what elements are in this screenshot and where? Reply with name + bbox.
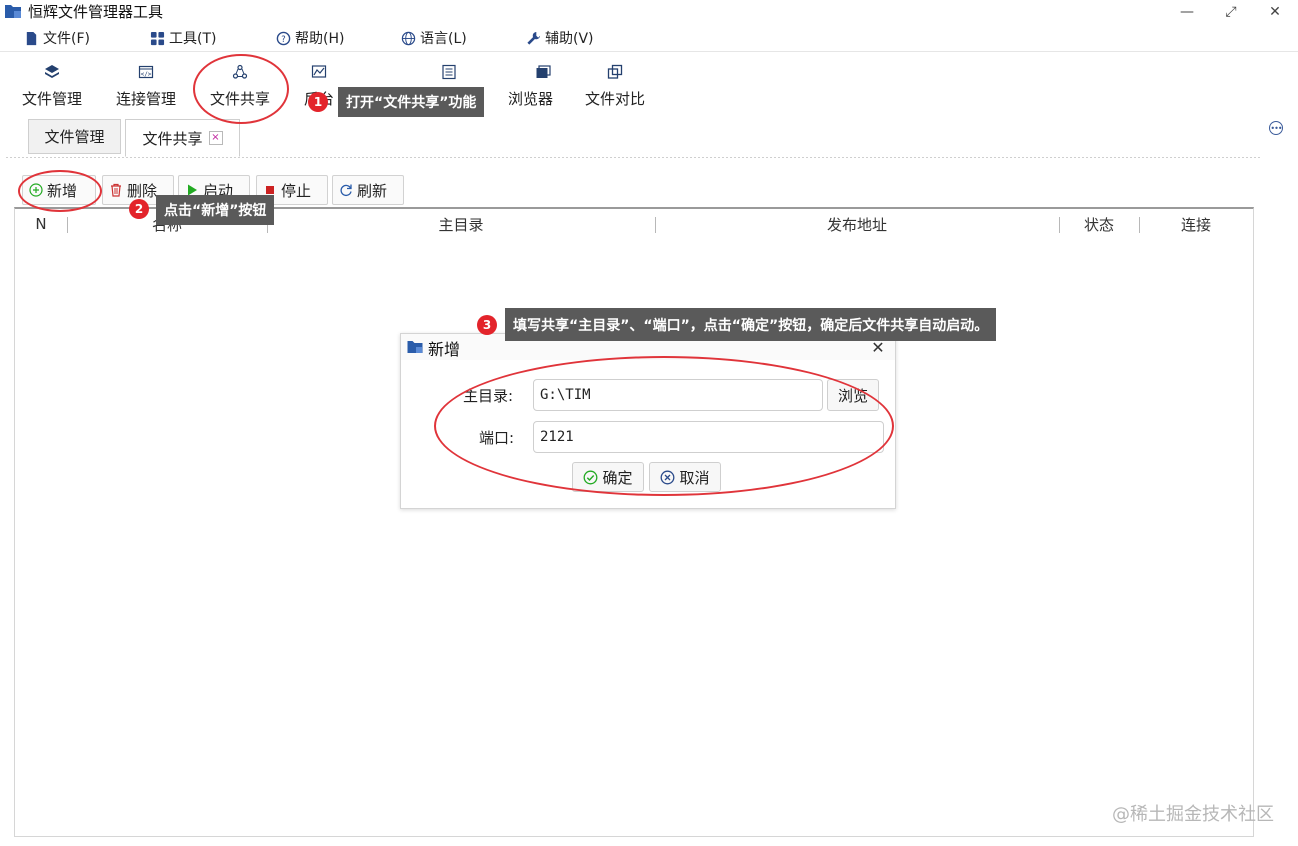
refresh-icon bbox=[340, 184, 352, 197]
app-folder-icon bbox=[407, 341, 423, 353]
ribbon-connection-manager-label: 连接管理 bbox=[116, 90, 177, 108]
menu-help[interactable]: ? 帮助(H) bbox=[276, 27, 344, 49]
menu-file-label: 文件(F) bbox=[43, 31, 90, 47]
browse-button[interactable]: 浏览 bbox=[827, 379, 879, 411]
layers-icon bbox=[45, 65, 59, 78]
tab-file-manager-label: 文件管理 bbox=[44, 128, 105, 146]
more-options-icon[interactable]: ••• bbox=[1269, 121, 1283, 135]
column-n[interactable]: N bbox=[15, 209, 67, 239]
menu-language-label: 语言(L) bbox=[420, 31, 467, 47]
ribbon-file-manager-label: 文件管理 bbox=[22, 90, 83, 108]
ribbon: 文件管理 </> 连接管理 文件共享 后台 器 浏览器 文件对比 bbox=[0, 52, 1298, 118]
tab-file-share[interactable]: 文件共享 × bbox=[125, 119, 240, 157]
ribbon-file-compare[interactable]: 文件对比 bbox=[585, 64, 645, 109]
grid-icon bbox=[150, 31, 165, 45]
menu-bar: 文件(F) 工具(T) ? 帮助(H) 语言(L) 辅助(V) bbox=[0, 24, 1298, 52]
cancel-button[interactable]: 取消 bbox=[649, 462, 721, 492]
help-icon: ? bbox=[276, 31, 291, 45]
annotation-tip-2: 点击“新增”按钮 bbox=[156, 195, 275, 225]
list-doc-icon bbox=[441, 64, 456, 80]
title-bar: 恒辉文件管理器工具 — ⤢ ✕ bbox=[0, 0, 1298, 24]
tab-file-share-label: 文件共享 bbox=[142, 129, 203, 148]
share-table: N 名称 主目录 发布地址 状态 连接 bbox=[14, 207, 1254, 837]
annotation-tip-3: 填写共享“主目录”、“端口”，点击“确定”按钮，确定后文件共享自动启动。 bbox=[505, 308, 997, 341]
dialog-title: 新增 bbox=[428, 340, 461, 359]
annotation-tip-1: 打开“文件共享”功能 bbox=[338, 87, 485, 117]
home-dir-input[interactable] bbox=[533, 379, 823, 411]
refresh-button[interactable]: 刷新 bbox=[332, 175, 404, 205]
menu-help-label: 帮助(H) bbox=[295, 31, 345, 47]
maximize-button[interactable]: ⤢ bbox=[1208, 0, 1254, 24]
monitor-chart-icon bbox=[311, 65, 327, 78]
menu-assist-label: 辅助(V) bbox=[545, 31, 594, 47]
compare-icon bbox=[607, 64, 623, 79]
column-connections[interactable]: 连接 bbox=[1139, 209, 1253, 239]
trash-icon bbox=[111, 183, 121, 197]
column-publish-url[interactable]: 发布地址 bbox=[655, 209, 1059, 239]
wrench-icon bbox=[527, 31, 541, 45]
cancel-button-label: 取消 bbox=[679, 468, 710, 487]
tab-close-icon[interactable]: × bbox=[208, 131, 223, 145]
home-dir-label: 主目录: bbox=[463, 387, 514, 405]
ribbon-file-share[interactable]: 文件共享 bbox=[210, 64, 270, 109]
ribbon-connection-manager[interactable]: </> 连接管理 bbox=[116, 64, 176, 109]
svg-text:?: ? bbox=[281, 33, 285, 43]
add-share-dialog: 新增 ✕ 主目录: 浏览 端口: 确定 取消 bbox=[400, 333, 896, 509]
ribbon-file-share-label: 文件共享 bbox=[210, 90, 271, 108]
code-window-icon: </> bbox=[138, 65, 154, 79]
tab-separator bbox=[6, 157, 1262, 158]
menu-tools-label: 工具(T) bbox=[169, 31, 217, 47]
annotation-badge-3: 3 bbox=[477, 315, 497, 335]
ribbon-file-manager[interactable]: 文件管理 bbox=[22, 64, 82, 109]
watermark: @稀土掘金技术社区 bbox=[1112, 804, 1274, 825]
add-button[interactable]: 新增 bbox=[22, 175, 96, 205]
close-button[interactable]: ✕ bbox=[1252, 0, 1298, 24]
browse-button-label: 浏览 bbox=[837, 386, 868, 405]
share-icon bbox=[232, 64, 248, 79]
menu-file[interactable]: 文件(F) bbox=[24, 27, 90, 49]
ribbon-browser[interactable]: 浏览器 bbox=[508, 64, 553, 109]
annotation-badge-1: 1 bbox=[308, 92, 328, 112]
x-circle-icon bbox=[661, 470, 675, 484]
document-icon bbox=[26, 31, 37, 45]
add-button-label: 新增 bbox=[47, 181, 78, 200]
port-label: 端口: bbox=[479, 429, 515, 447]
tab-file-manager[interactable]: 文件管理 bbox=[28, 119, 121, 154]
stop-button-label: 停止 bbox=[281, 181, 312, 200]
browser-cards-icon bbox=[536, 65, 551, 78]
confirm-button-label: 确定 bbox=[602, 468, 633, 487]
window-title: 恒辉文件管理器工具 bbox=[28, 3, 164, 21]
minimize-button[interactable]: — bbox=[1164, 0, 1210, 24]
menu-assist[interactable]: 辅助(V) bbox=[526, 27, 594, 49]
globe-icon bbox=[401, 31, 416, 45]
check-circle-icon bbox=[584, 470, 598, 484]
confirm-button[interactable]: 确定 bbox=[572, 462, 644, 492]
menu-tools[interactable]: 工具(T) bbox=[150, 27, 216, 49]
app-folder-icon bbox=[5, 5, 21, 18]
ribbon-browser-label: 浏览器 bbox=[508, 90, 554, 108]
svg-text:</>: </> bbox=[141, 71, 152, 78]
annotation-badge-2: 2 bbox=[129, 199, 149, 219]
menu-language[interactable]: 语言(L) bbox=[401, 27, 467, 49]
port-input[interactable] bbox=[533, 421, 884, 453]
plus-circle-icon bbox=[29, 183, 43, 197]
delete-button-label: 删除 bbox=[127, 181, 158, 200]
refresh-button-label: 刷新 bbox=[357, 181, 388, 200]
ribbon-file-compare-label: 文件对比 bbox=[585, 90, 646, 108]
column-status[interactable]: 状态 bbox=[1059, 209, 1139, 239]
column-home-dir[interactable]: 主目录 bbox=[267, 209, 655, 239]
